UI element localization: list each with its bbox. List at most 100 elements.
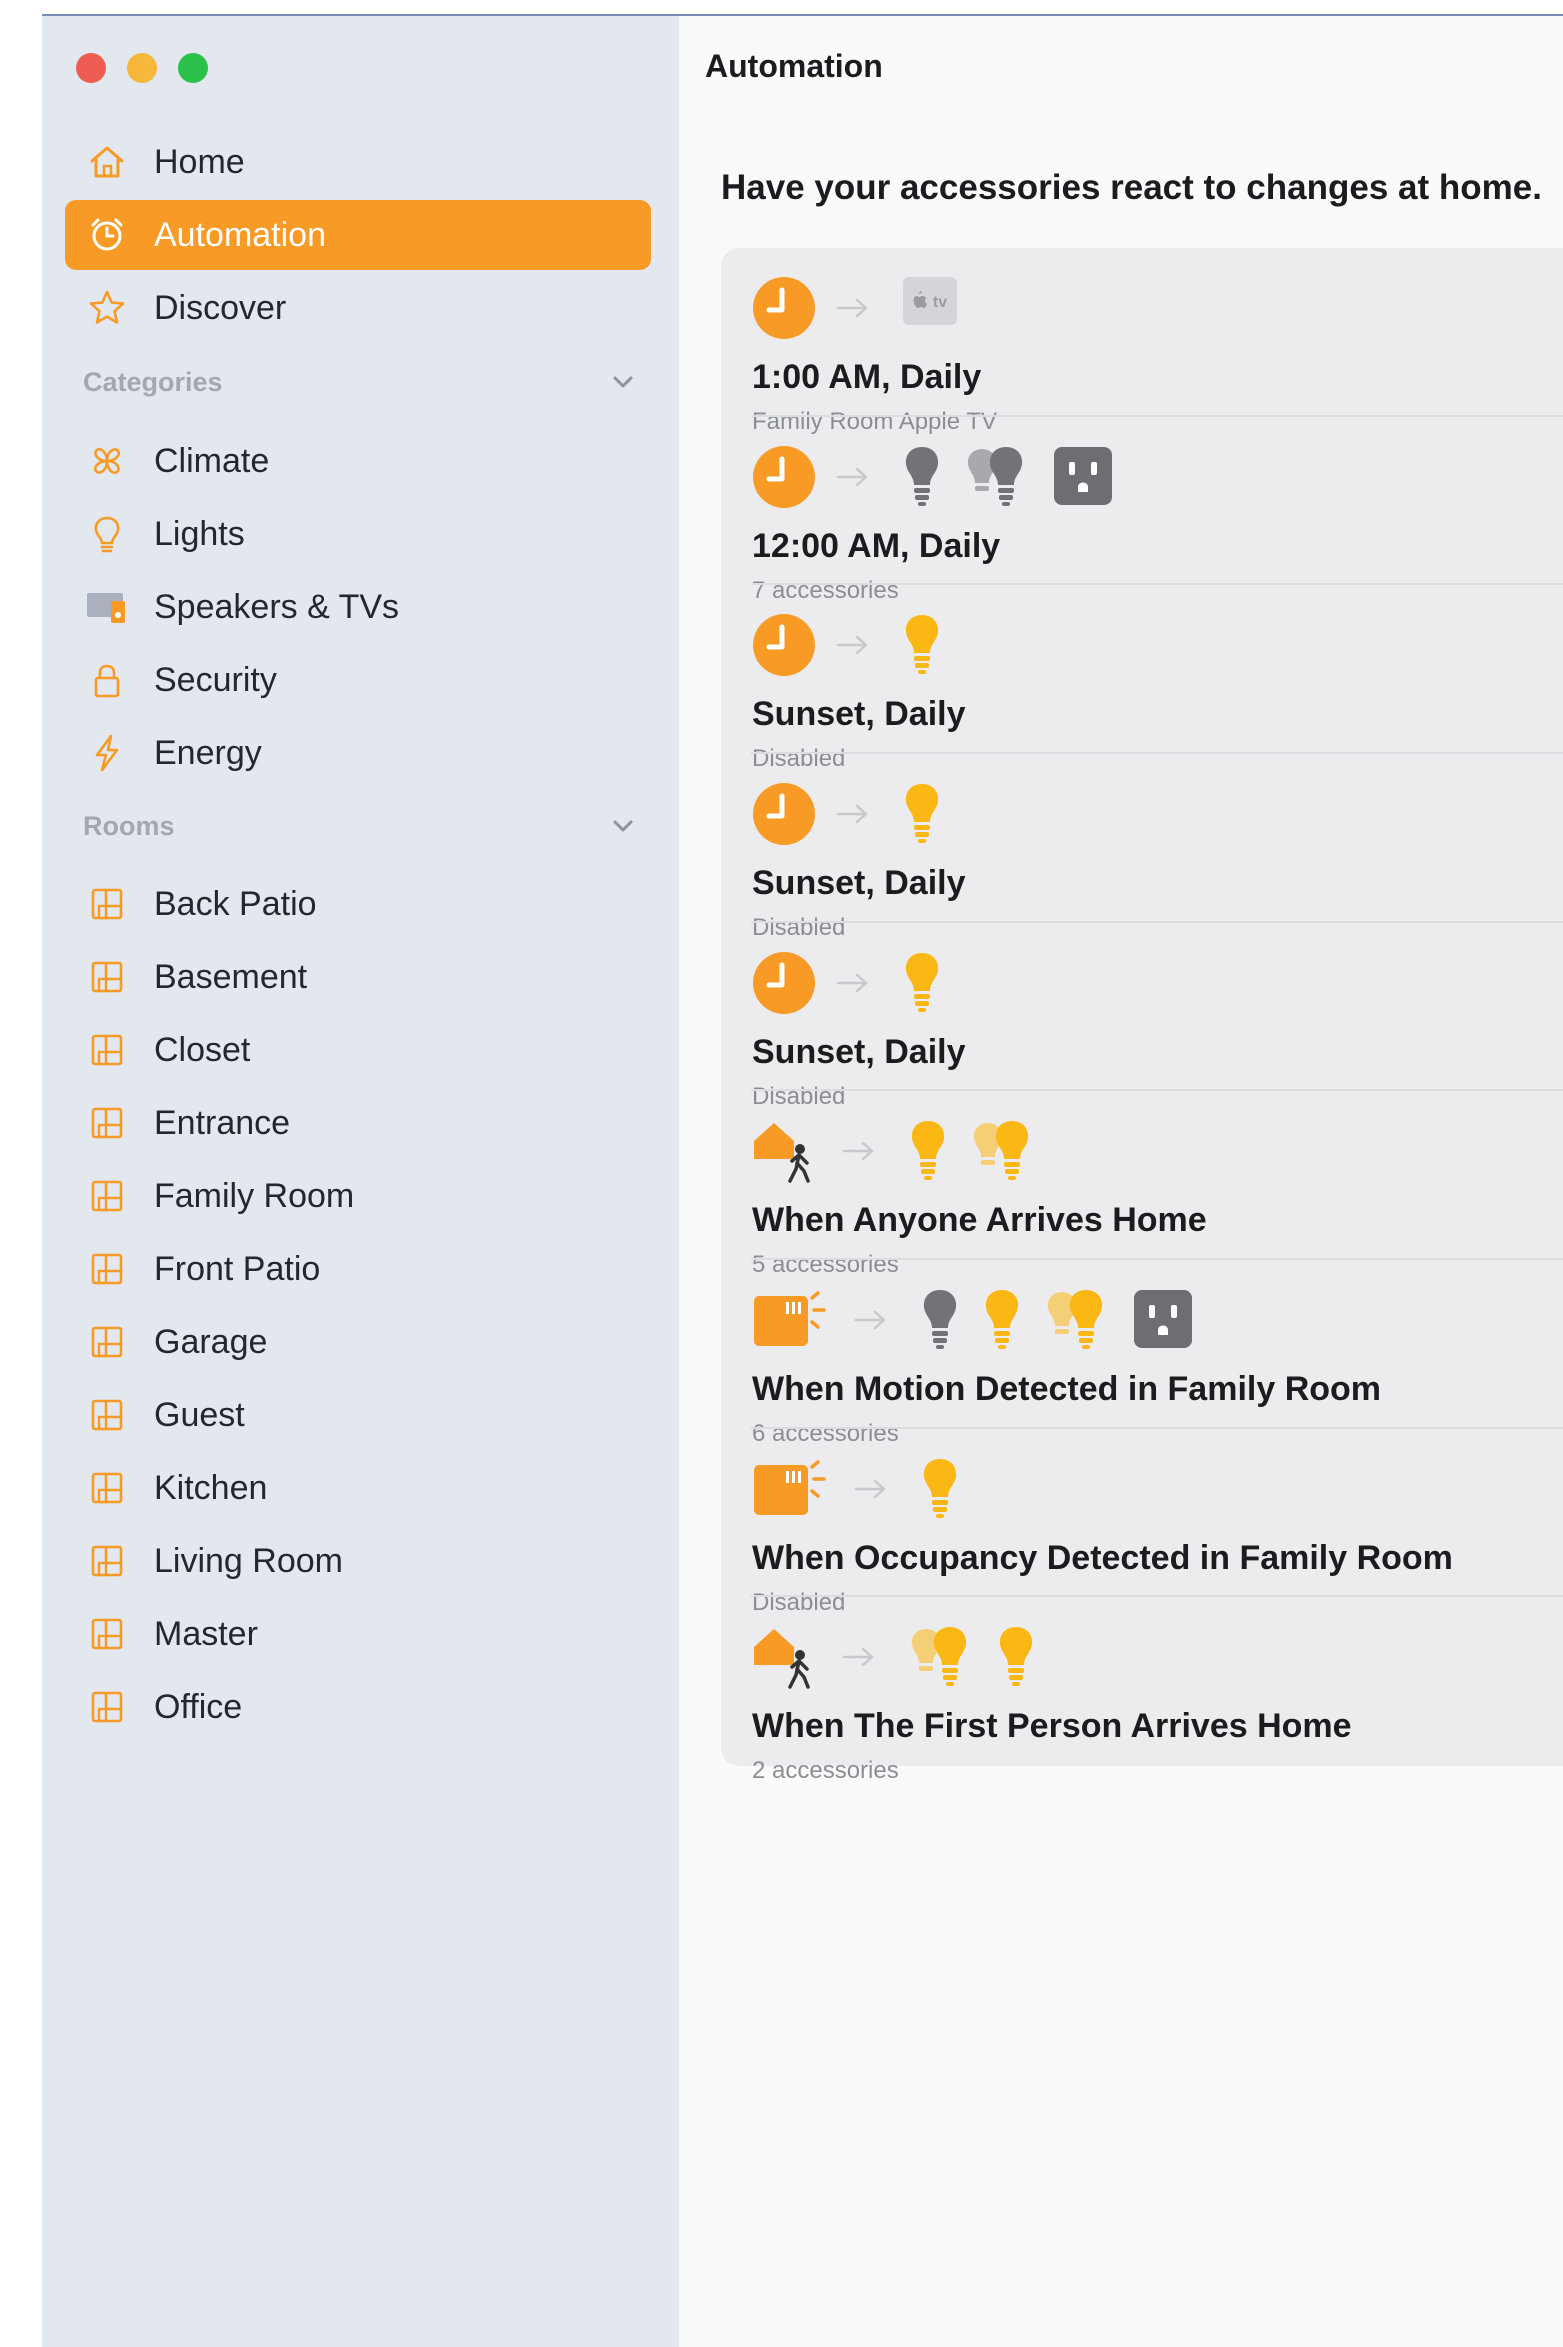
automation-title: When Motion Detected in Family Room	[752, 1370, 1382, 1408]
automation-title: When Occupancy Detected in Family Room	[752, 1538, 1453, 1577]
automation-icons: tv	[752, 276, 1563, 342]
outlet-icon	[1052, 445, 1114, 507]
section-title: Categories	[83, 366, 223, 397]
bulb-group-off-icon	[964, 445, 1030, 507]
automation-subtitle: 2 accessories	[752, 1757, 899, 1785]
sidebar-item-label: Back Patio	[154, 884, 317, 923]
arrow-right-icon	[842, 1645, 878, 1669]
sidebar-item-automation[interactable]: Automation	[65, 200, 651, 270]
bulb-on-icon	[982, 1288, 1022, 1350]
room-icon	[85, 1539, 129, 1583]
star-icon	[85, 286, 129, 330]
sidebar-item-label: Front Patio	[154, 1249, 321, 1288]
rooms-section-header[interactable]: Rooms	[83, 806, 643, 846]
sidebar-item-label: Speakers & TVs	[154, 587, 400, 626]
bulb-off-icon	[920, 1288, 960, 1350]
sidebar-item-lights[interactable]: Lights	[65, 499, 651, 569]
automation-title: 12:00 AM, Daily	[752, 526, 1001, 565]
automation-card[interactable]: When Anyone Arrives Home 5 accessories	[721, 1091, 1563, 1278]
bulb-on-icon	[902, 613, 942, 675]
page-title: Automation	[705, 48, 883, 84]
automation-card[interactable]: When Motion Detected in Family Room 6 acc…	[721, 1260, 1563, 1447]
automation-card[interactable]: When Occupancy Detected in Family Room Di…	[721, 1429, 1563, 1616]
sidebar-item-front-patio[interactable]: Front Patio	[65, 1234, 651, 1304]
sidebar-item-label: Energy	[154, 733, 262, 772]
automation-icons	[752, 445, 1563, 511]
sidebar-item-kitchen[interactable]: Kitchen	[65, 1453, 651, 1523]
categories-section-header[interactable]: Categories	[83, 362, 643, 402]
automation-list: tv 1:00 AM, Daily Family Room Apple TV 12:0…	[721, 248, 1563, 1784]
clock-icon	[752, 782, 816, 846]
sidebar-item-living-room[interactable]: Living Room	[65, 1526, 651, 1596]
automation-card[interactable]: Sunset, Daily Disabled	[721, 754, 1563, 941]
automation-icons	[752, 1288, 1563, 1354]
automation-title: Sunset, Daily	[752, 1032, 966, 1071]
room-icon	[85, 882, 129, 926]
speaker-tv-icon	[85, 585, 129, 629]
sidebar-item-home[interactable]: Home	[65, 127, 651, 197]
bulb-on-icon	[920, 1457, 960, 1519]
automation-card[interactable]: When The First Person Arrives Home 2 acce…	[721, 1597, 1563, 1784]
room-icon	[85, 1393, 129, 1437]
sidebar-item-label: Office	[154, 1687, 243, 1726]
automation-card[interactable]: Sunset, Daily Disabled	[721, 585, 1563, 772]
sidebar-item-family-room[interactable]: Family Room	[65, 1161, 651, 1231]
sidebar-item-climate[interactable]: Climate	[65, 426, 651, 496]
automation-card[interactable]: 12:00 AM, Daily 7 accessories	[721, 417, 1563, 604]
automation-title: Sunset, Daily	[752, 864, 966, 902]
automation-card[interactable]: Sunset, Daily Disabled	[721, 923, 1563, 1110]
room-icon	[85, 1466, 129, 1510]
automation-title: When The First Person Arrives Home	[752, 1707, 1352, 1746]
svg-text:tv: tv	[933, 294, 947, 311]
chevron-down-icon[interactable]	[607, 810, 639, 842]
home-person-icon	[752, 1119, 822, 1185]
sidebar-item-label: Climate	[154, 441, 270, 480]
bulb-group-on-icon	[970, 1119, 1036, 1181]
arrow-right-icon	[836, 296, 872, 320]
close-window-button[interactable]	[76, 53, 106, 83]
sidebar-item-garage[interactable]: Garage	[65, 1307, 651, 1377]
clock-automation-icon	[85, 213, 129, 257]
bulb-group-on-icon	[908, 1625, 974, 1687]
minimize-window-button[interactable]	[127, 53, 157, 83]
automation-card[interactable]: tv 1:00 AM, Daily Family Room Apple TV	[721, 248, 1563, 435]
lock-icon	[85, 658, 129, 702]
sidebar-item-label: Family Room	[154, 1176, 355, 1215]
room-icon	[85, 1612, 129, 1656]
automation-icons	[752, 782, 1563, 848]
sidebar-item-back-patio[interactable]: Back Patio	[65, 869, 651, 939]
sidebar-item-label: Security	[154, 660, 277, 699]
sidebar-item-speakers-tvs[interactable]: Speakers & TVs	[65, 572, 651, 642]
room-icon	[85, 955, 129, 999]
outlet-icon	[1132, 1288, 1194, 1350]
sidebar-item-entrance[interactable]: Entrance	[65, 1088, 651, 1158]
chevron-down-icon[interactable]	[607, 366, 639, 398]
room-icon	[85, 1247, 129, 1291]
sidebar-item-security[interactable]: Security	[65, 645, 651, 715]
automation-title: Sunset, Daily	[752, 695, 966, 734]
bulb-group-on-icon	[1044, 1288, 1110, 1350]
sidebar-item-discover[interactable]: Discover	[65, 273, 651, 343]
appletv-icon: tv	[902, 276, 958, 326]
arrow-right-icon	[842, 1139, 878, 1163]
bulb-on-icon	[902, 951, 942, 1013]
sidebar-item-label: Garage	[154, 1322, 268, 1361]
arrow-right-icon	[854, 1477, 890, 1501]
sidebar-item-energy[interactable]: Energy	[65, 718, 651, 788]
bulb-off-icon	[902, 445, 942, 507]
zoom-window-button[interactable]	[178, 53, 208, 83]
lightbulb-icon	[85, 512, 129, 556]
clock-icon	[752, 951, 816, 1015]
sidebar-item-guest[interactable]: Guest	[65, 1380, 651, 1450]
house-icon	[85, 140, 129, 184]
room-icon	[85, 1685, 129, 1729]
sidebar-item-office[interactable]: Office	[65, 1672, 651, 1742]
sidebar-item-basement[interactable]: Basement	[65, 942, 651, 1012]
arrow-right-icon	[836, 971, 872, 995]
room-icon	[85, 1174, 129, 1218]
sidebar-item-label: Entrance	[154, 1103, 291, 1142]
sidebar-item-closet[interactable]: Closet	[65, 1015, 651, 1085]
sidebar-item-master[interactable]: Master	[65, 1599, 651, 1669]
app-window: Home Automation Discover Categories Clim…	[42, 14, 1563, 2347]
automation-icons	[752, 951, 1563, 1017]
